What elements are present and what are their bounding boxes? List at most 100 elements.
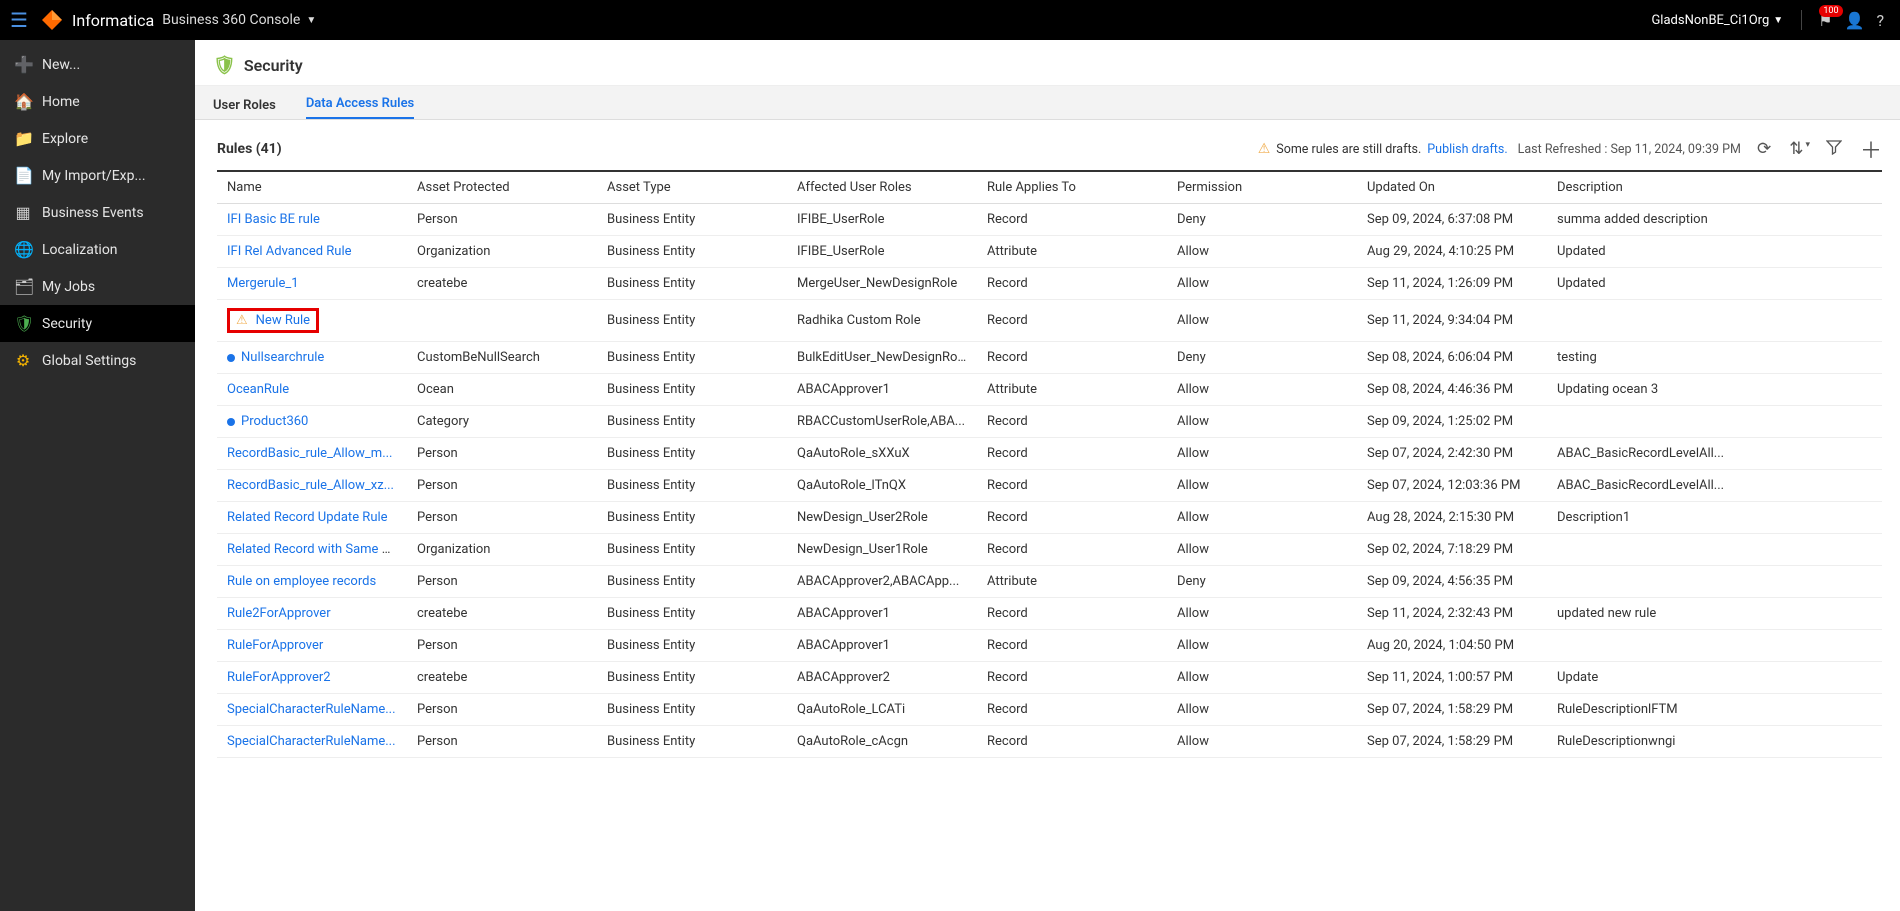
cell-type: Business Entity — [597, 268, 787, 300]
notifications-icon[interactable]: ⚑100 — [1818, 11, 1832, 30]
rule-link[interactable]: RecordBasic_rule_Allow_m... — [227, 446, 392, 461]
col-perm[interactable]: Permission — [1167, 172, 1357, 204]
rule-link[interactable]: RuleForApprover2 — [227, 670, 331, 685]
cell-name: ⚠New Rule — [217, 300, 407, 342]
table-row[interactable]: SpecialCharacterRuleName...PersonBusines… — [217, 726, 1882, 758]
sidebar-item-home[interactable]: 🏠Home — [0, 83, 195, 120]
rule-link[interactable]: SpecialCharacterRuleName... — [227, 734, 396, 749]
rule-link[interactable]: RecordBasic_rule_Allow_xz... — [227, 478, 394, 493]
col-type[interactable]: Asset Type — [597, 172, 787, 204]
cell-roles: QaAutoRole_LCATi — [787, 694, 977, 726]
table-row[interactable]: SpecialCharacterRuleName...PersonBusines… — [217, 694, 1882, 726]
rule-link[interactable]: IFI Basic BE rule — [227, 212, 320, 227]
sort-icon[interactable]: ⇅ — [1789, 139, 1808, 159]
table-row[interactable]: Product360CategoryBusiness EntityRBACCus… — [217, 406, 1882, 438]
help-icon[interactable]: ? — [1876, 11, 1884, 30]
rule-link[interactable]: Nullsearchrule — [241, 350, 324, 365]
cell-applies: Record — [977, 502, 1167, 534]
sidebar-item-label: Security — [42, 316, 92, 332]
sidebar-item-security[interactable]: 🛡Security — [0, 305, 195, 342]
table-wrap[interactable]: Name Asset Protected Asset Type Affected… — [217, 170, 1882, 911]
sidebar-item-localization[interactable]: 🌐Localization — [0, 231, 195, 268]
rule-link[interactable]: OceanRule — [227, 382, 289, 397]
table-row[interactable]: Rule on employee recordsPersonBusiness E… — [217, 566, 1882, 598]
cell-updated: Sep 11, 2024, 1:00:57 PM — [1357, 662, 1547, 694]
cell-asset: Person — [407, 726, 597, 758]
org-switcher[interactable]: GladsNonBE_Ci1Org▼ — [1651, 13, 1783, 28]
table-row[interactable]: NullsearchruleCustomBeNullSearchBusiness… — [217, 342, 1882, 374]
cell-name: RecordBasic_rule_Allow_m... — [217, 438, 407, 470]
rule-link[interactable]: RuleForApprover — [227, 638, 323, 653]
table-row[interactable]: IFI Basic BE rulePersonBusiness EntityIF… — [217, 204, 1882, 236]
rule-link[interactable]: Rule2ForApprover — [227, 606, 331, 621]
cell-type: Business Entity — [597, 438, 787, 470]
cell-updated: Sep 09, 2024, 1:25:02 PM — [1357, 406, 1547, 438]
warning-icon: ⚠ — [1258, 141, 1271, 157]
cell-applies: Record — [977, 268, 1167, 300]
add-icon[interactable]: ＋ — [1860, 133, 1882, 165]
rule-link[interactable]: SpecialCharacterRuleName... — [227, 702, 396, 717]
table-row[interactable]: ⚠New RuleBusiness EntityRadhika Custom R… — [217, 300, 1882, 342]
table-row[interactable]: Mergerule_1createbeBusiness EntityMergeU… — [217, 268, 1882, 300]
cell-updated: Aug 29, 2024, 4:10:25 PM — [1357, 236, 1547, 268]
table-row[interactable]: RuleForApprover2createbeBusiness EntityA… — [217, 662, 1882, 694]
sidebar-item-explore[interactable]: 📁Explore — [0, 120, 195, 157]
sidebar-item-my-jobs[interactable]: 🗂My Jobs — [0, 268, 195, 305]
table-row[interactable]: Related Record with Same e...Organizatio… — [217, 534, 1882, 566]
filter-icon[interactable] — [1826, 139, 1842, 160]
sidebar-item-global-settings[interactable]: ⚙Global Settings — [0, 342, 195, 379]
cell-asset: Ocean — [407, 374, 597, 406]
sidebar-item-new[interactable]: ➕New... — [0, 46, 195, 83]
tab-user-roles[interactable]: User Roles — [213, 98, 276, 119]
col-asset[interactable]: Asset Protected — [407, 172, 597, 204]
publish-drafts-link[interactable]: Publish drafts. — [1427, 142, 1507, 157]
table-row[interactable]: Related Record Update RulePersonBusiness… — [217, 502, 1882, 534]
cell-perm: Allow — [1167, 662, 1357, 694]
tab-data-access-rules[interactable]: Data Access Rules — [306, 96, 414, 119]
rule-link[interactable]: Rule on employee records — [227, 574, 376, 589]
chevron-down-icon[interactable]: ▼ — [306, 15, 316, 26]
col-roles[interactable]: Affected User Roles — [787, 172, 977, 204]
table-row[interactable]: RuleForApproverPersonBusiness EntityABAC… — [217, 630, 1882, 662]
sidebar-item-import-export[interactable]: 📄My Import/Exp... — [0, 157, 195, 194]
rule-link[interactable]: New Rule — [256, 313, 310, 328]
cell-desc — [1547, 406, 1882, 438]
col-applies[interactable]: Rule Applies To — [977, 172, 1167, 204]
table-row[interactable]: Rule2ForApprovercreatebeBusiness EntityA… — [217, 598, 1882, 630]
cell-type: Business Entity — [597, 598, 787, 630]
cell-name: Nullsearchrule — [217, 342, 407, 374]
cell-roles: QaAutoRole_cAcgn — [787, 726, 977, 758]
user-icon[interactable]: 👤 — [1845, 11, 1865, 30]
cell-applies: Record — [977, 662, 1167, 694]
sidebar-item-business-events[interactable]: ▦Business Events — [0, 194, 195, 231]
col-desc[interactable]: Description — [1547, 172, 1882, 204]
col-updated[interactable]: Updated On — [1357, 172, 1547, 204]
rule-link[interactable]: IFI Rel Advanced Rule — [227, 244, 352, 259]
localization-icon: 🌐 — [14, 240, 32, 259]
sidebar-item-label: Explore — [42, 131, 88, 147]
cell-applies: Attribute — [977, 566, 1167, 598]
col-name[interactable]: Name — [217, 172, 407, 204]
cell-updated: Sep 02, 2024, 7:18:29 PM — [1357, 534, 1547, 566]
cell-roles: NewDesign_User2Role — [787, 502, 977, 534]
cell-name: Mergerule_1 — [217, 268, 407, 300]
rule-link[interactable]: Product360 — [241, 414, 308, 429]
table-row[interactable]: RecordBasic_rule_Allow_m...PersonBusines… — [217, 438, 1882, 470]
cell-applies: Record — [977, 630, 1167, 662]
rule-link[interactable]: Mergerule_1 — [227, 276, 299, 291]
hamburger-icon[interactable]: ☰ — [10, 8, 34, 32]
console-name[interactable]: Business 360 Console — [162, 12, 300, 28]
cell-name: RuleForApprover — [217, 630, 407, 662]
cell-roles: ABACApprover1 — [787, 374, 977, 406]
rule-link[interactable]: Related Record Update Rule — [227, 510, 388, 525]
cell-type: Business Entity — [597, 374, 787, 406]
rule-link[interactable]: Related Record with Same e... — [227, 542, 399, 557]
refresh-icon[interactable]: ⟳ — [1757, 139, 1771, 159]
panel: Rules (41) ⚠ Some rules are still drafts… — [195, 120, 1900, 911]
table-row[interactable]: RecordBasic_rule_Allow_xz...PersonBusine… — [217, 470, 1882, 502]
cell-perm: Allow — [1167, 438, 1357, 470]
cell-type: Business Entity — [597, 342, 787, 374]
cell-updated: Sep 11, 2024, 1:26:09 PM — [1357, 268, 1547, 300]
table-row[interactable]: OceanRule OceanBusiness EntityABACApprove… — [217, 374, 1882, 406]
table-row[interactable]: IFI Rel Advanced RuleOrganizationBusines… — [217, 236, 1882, 268]
